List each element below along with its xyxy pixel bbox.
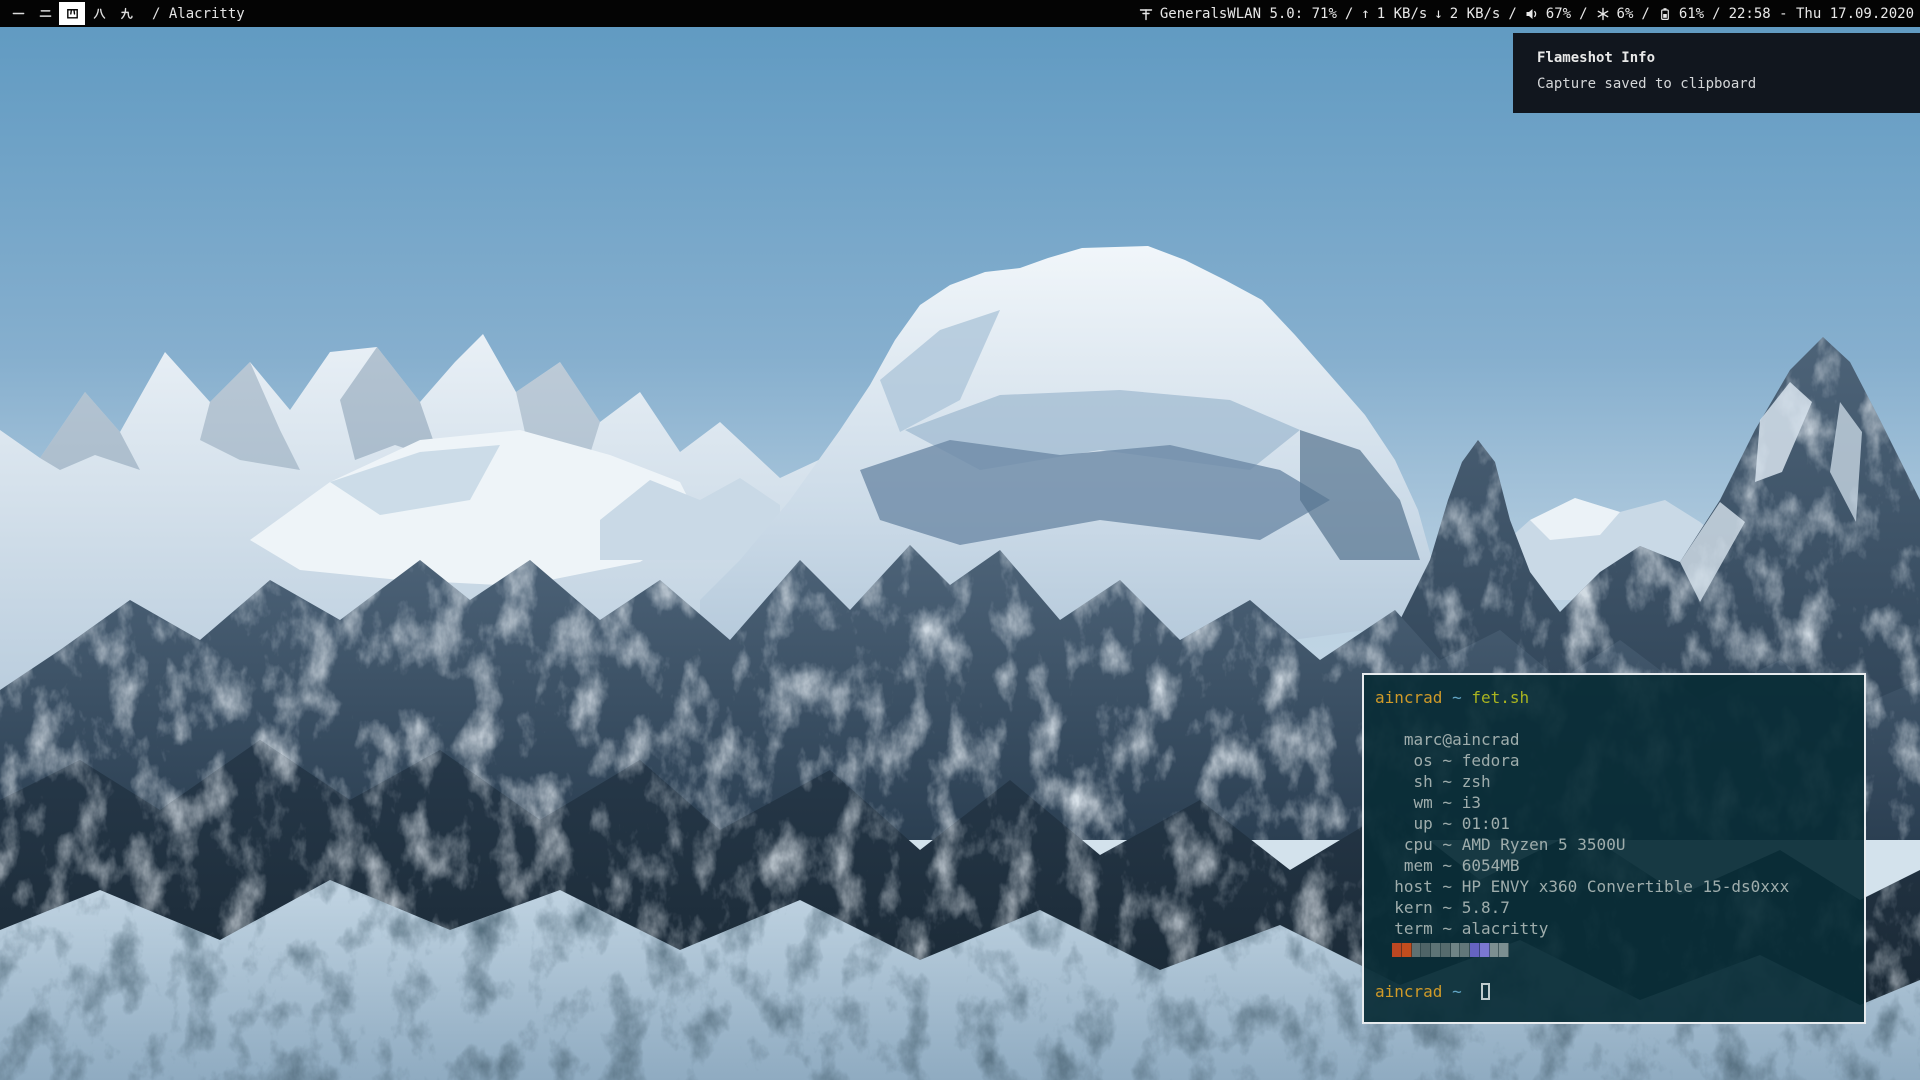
- status-bar: GeneralsWLAN 5.0: 71% / ↑ 1 KB/s ↓ 2 KB/…: [1139, 6, 1914, 22]
- palette-swatch-5: [1441, 943, 1451, 957]
- workspace-glyph-8: [92, 6, 107, 21]
- terminal-blank-line: [1375, 960, 1856, 981]
- palette-swatch-3: [1421, 943, 1431, 957]
- fetch-output: marc@aincrad os ~ fedora sh ~ zsh wm ~ i…: [1375, 729, 1856, 939]
- workspace-button-1[interactable]: [5, 2, 31, 25]
- prompt-hostname: aincrad: [1375, 982, 1442, 1001]
- workspace-button-9[interactable]: [113, 2, 139, 25]
- upload-arrow-icon: ↑: [1361, 6, 1369, 22]
- battery-icon: [1658, 7, 1672, 21]
- workspace-glyph-4: [65, 6, 80, 21]
- upload-rate: 1 KB/s: [1377, 6, 1428, 22]
- asterisk-icon: [1596, 7, 1610, 21]
- battery-value: 61%: [1679, 6, 1704, 22]
- status-separator: /: [1641, 6, 1649, 22]
- focused-window-title: / Alacritty: [152, 6, 245, 22]
- download-arrow-icon: ↓: [1434, 6, 1442, 22]
- cpu-status[interactable]: 6%: [1596, 6, 1634, 22]
- volume-value: 67%: [1546, 6, 1571, 22]
- status-separator: /: [1508, 6, 1516, 22]
- desktop: / Alacritty GeneralsWLAN 5.0: 71% / ↑ 1 …: [0, 0, 1920, 1080]
- download-rate: 2 KB/s: [1450, 6, 1501, 22]
- terminal-blank-line: [1375, 708, 1856, 729]
- cpu-value: 6%: [1617, 6, 1634, 22]
- workspace-list: [5, 2, 140, 25]
- status-separator: /: [1712, 6, 1720, 22]
- palette-swatch-8: [1470, 943, 1480, 957]
- workspace-glyph-1: [11, 6, 26, 21]
- volume-status[interactable]: 67%: [1525, 6, 1571, 22]
- palette-swatch-0: [1392, 943, 1402, 957]
- palette-swatch-10: [1490, 943, 1500, 957]
- i3-bar: / Alacritty GeneralsWLAN 5.0: 71% / ↑ 1 …: [0, 0, 1920, 27]
- workspace-glyph-2: [38, 6, 53, 21]
- palette-swatch-9: [1480, 943, 1490, 957]
- palette-swatch-1: [1402, 943, 1412, 957]
- workspace-button-4[interactable]: [59, 2, 85, 25]
- status-separator: /: [1345, 6, 1353, 22]
- prompt-tilde: ~: [1452, 982, 1462, 1001]
- palette-swatch-2: [1412, 943, 1422, 957]
- workspace-button-8[interactable]: [86, 2, 112, 25]
- battery-status[interactable]: 61%: [1658, 6, 1704, 22]
- prompt-tilde: ~: [1452, 688, 1462, 707]
- workspace-button-2[interactable]: [32, 2, 58, 25]
- palette-swatch-4: [1431, 943, 1441, 957]
- network-status[interactable]: GeneralsWLAN 5.0: 71%: [1139, 6, 1337, 22]
- terminal-input-line[interactable]: aincrad ~: [1375, 981, 1856, 1002]
- color-palette: [1375, 939, 1856, 960]
- alacritty-terminal[interactable]: aincrad ~ fet.sh marc@aincrad os ~ fedora …: [1362, 673, 1866, 1024]
- notification-body: Capture saved to clipboard: [1537, 76, 1920, 92]
- prompt-command: fet.sh: [1471, 688, 1529, 707]
- speaker-icon: [1525, 7, 1539, 21]
- terminal-prompt-line: aincrad ~ fet.sh: [1375, 687, 1856, 708]
- notification-title: Flameshot Info: [1537, 50, 1920, 66]
- workspace-glyph-9: [119, 6, 134, 21]
- status-separator: /: [1579, 6, 1587, 22]
- wifi-icon: [1139, 7, 1153, 21]
- palette-swatch-6: [1451, 943, 1461, 957]
- network-label: GeneralsWLAN 5.0: 71%: [1160, 6, 1337, 22]
- clock[interactable]: 22:58 - Thu 17.09.2020: [1729, 6, 1914, 22]
- terminal-cursor: [1481, 983, 1490, 1000]
- palette-swatch-11: [1499, 943, 1509, 957]
- flameshot-notification[interactable]: Flameshot Info Capture saved to clipboar…: [1513, 33, 1920, 113]
- palette-swatch-7: [1460, 943, 1470, 957]
- network-throughput[interactable]: ↑ 1 KB/s ↓ 2 KB/s: [1361, 6, 1500, 22]
- prompt-hostname: aincrad: [1375, 688, 1442, 707]
